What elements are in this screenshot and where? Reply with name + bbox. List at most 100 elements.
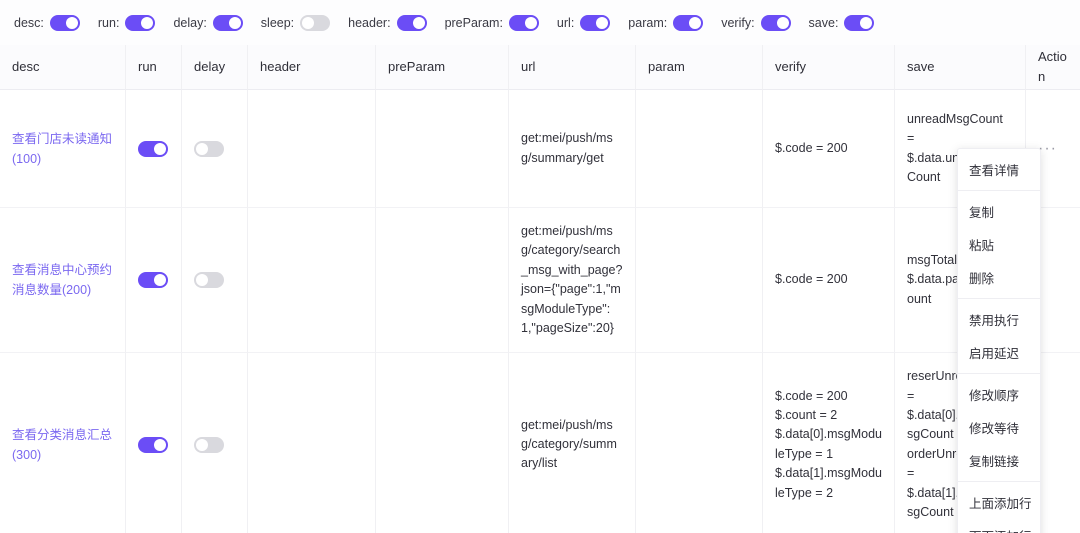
app-root: desc: run: delay: sleep: header: preParam: url… <box>0 0 1080 533</box>
toolbar-toggle-delay[interactable]: delay: <box>173 14 243 31</box>
delay-toggle-switch[interactable] <box>194 436 224 453</box>
toggle-switch[interactable] <box>580 14 611 31</box>
toggle-switch[interactable] <box>300 14 331 31</box>
cell-preparam <box>376 90 509 208</box>
cell-url: get:mei/push/msg/summary/get <box>509 90 636 208</box>
toolbar-toggle-label: delay: <box>173 15 207 30</box>
menu-item[interactable]: 上面添加行 <box>958 486 1040 519</box>
toolbar-toggle-label: desc: <box>14 15 44 30</box>
toolbar-toggle-label: url: <box>556 15 575 30</box>
delay-toggle-switch[interactable] <box>194 272 224 289</box>
cell-header <box>248 90 376 208</box>
toggle-switch[interactable] <box>760 14 791 31</box>
toggle-switch[interactable] <box>49 14 80 31</box>
column-header-verify: verify <box>763 45 895 90</box>
cell-text-verify: $.code = 200 <box>775 272 848 287</box>
toggle-switch[interactable] <box>508 14 539 31</box>
toggle-knob <box>302 16 315 29</box>
run-toggle-switch[interactable] <box>138 436 168 453</box>
toolbar-toggle-label: run: <box>97 15 120 30</box>
row-description-link[interactable]: 查看门店未读通知(100) <box>12 129 113 169</box>
toggle-switch[interactable] <box>125 14 156 31</box>
toggle-switch[interactable] <box>673 14 704 31</box>
toolbar-toggle-label: verify: <box>721 15 755 30</box>
toolbar-toggle-header[interactable]: header: <box>348 14 427 31</box>
row-description-link[interactable]: 查看消息中心预约消息数量(200) <box>12 260 113 300</box>
column-header-desc: desc <box>0 45 126 90</box>
toggle-switch[interactable] <box>844 14 875 31</box>
toolbar-toggle-label: preParam: <box>444 15 503 30</box>
toggle-knob <box>412 16 425 29</box>
table-row[interactable]: 查看门店未读通知(100) get:mei/push/msg/summary/ge… <box>0 90 1080 208</box>
menu-item[interactable]: 粘贴 <box>958 228 1040 261</box>
toolbar-toggle-sleep[interactable]: sleep: <box>260 14 331 31</box>
toolbar-toggle-param[interactable]: param: <box>628 14 704 31</box>
run-toggle-switch[interactable] <box>138 272 168 289</box>
toolbar-toggle-label: save: <box>808 15 839 30</box>
column-header-delay: delay <box>182 45 248 90</box>
cell-verify: $.code = 200 <box>763 90 895 208</box>
toggle-knob <box>154 142 166 155</box>
toggle-knob <box>154 274 166 287</box>
cell-url: get:mei/push/msg/category/summary/list <box>509 353 636 533</box>
menu-item[interactable]: 下面添加行 <box>958 519 1040 533</box>
menu-separator <box>958 190 1040 191</box>
toggle-switch[interactable] <box>396 14 427 31</box>
column-header-save: save <box>895 45 1026 90</box>
menu-item[interactable]: 复制 <box>958 195 1040 228</box>
cell-desc: 查看消息中心预约消息数量(200) <box>0 208 126 354</box>
toggle-knob <box>65 16 78 29</box>
menu-item[interactable]: 修改等待 <box>958 411 1040 444</box>
cell-delay <box>182 90 248 208</box>
menu-separator <box>958 298 1040 299</box>
toolbar-toggle-label: param: <box>628 15 668 30</box>
toolbar-toggle-url[interactable]: url: <box>556 14 611 31</box>
delay-toggle-switch[interactable] <box>194 140 224 157</box>
cell-run <box>126 353 182 533</box>
row-description-link[interactable]: 查看分类消息汇总(300) <box>12 425 113 465</box>
row-context-menu[interactable]: 查看详情复制粘贴删除禁用执行启用延迟修改顺序修改等待复制链接上面添加行下面添加行 <box>957 148 1041 533</box>
toggle-knob <box>689 16 702 29</box>
menu-item[interactable]: 修改顺序 <box>958 378 1040 411</box>
cell-desc: 查看分类消息汇总(300) <box>0 353 126 533</box>
column-header-action: Action <box>1026 45 1080 90</box>
cell-verify: $.code = 200 <box>763 208 895 354</box>
menu-item[interactable]: 复制链接 <box>958 444 1040 477</box>
column-visibility-toolbar: desc: run: delay: sleep: header: preParam: url… <box>0 0 1080 45</box>
cell-url: get:mei/push/msg/category/search_msg_wit… <box>509 208 636 354</box>
cell-run <box>126 90 182 208</box>
toolbar-toggle-save[interactable]: save: <box>808 14 875 31</box>
toggle-knob <box>596 16 609 29</box>
toggle-switch[interactable] <box>212 14 243 31</box>
request-table: desc run delay header preParam url param verify… <box>0 45 1080 533</box>
cell-text-url: get:mei/push/msg/summary/get <box>521 131 613 165</box>
run-toggle-switch[interactable] <box>138 140 168 157</box>
table-row[interactable]: 查看分类消息汇总(300) get:mei/push/msg/category/s… <box>0 353 1080 533</box>
cell-header <box>248 208 376 354</box>
cell-delay <box>182 353 248 533</box>
menu-item[interactable]: 启用延迟 <box>958 336 1040 369</box>
column-header-run: run <box>126 45 182 90</box>
cell-param <box>636 208 763 354</box>
menu-separator <box>958 373 1040 374</box>
toolbar-toggle-label: header: <box>348 15 391 30</box>
toolbar-toggle-desc[interactable]: desc: <box>14 14 80 31</box>
menu-item[interactable]: 删除 <box>958 261 1040 294</box>
menu-item[interactable]: 禁用执行 <box>958 303 1040 336</box>
toggle-knob <box>141 16 154 29</box>
cell-param <box>636 353 763 533</box>
cell-text-url: get:mei/push/msg/category/summary/list <box>521 417 617 471</box>
cell-run <box>126 208 182 354</box>
toolbar-toggle-verify[interactable]: verify: <box>721 14 791 31</box>
cell-text-verify: $.code = 200 $.count = 2 $.data[0].msgMo… <box>775 388 883 500</box>
cell-preparam <box>376 353 509 533</box>
toggle-knob <box>228 16 241 29</box>
menu-item[interactable]: 查看详情 <box>958 153 1040 186</box>
menu-separator <box>958 481 1040 482</box>
toolbar-toggle-label: sleep: <box>260 15 295 30</box>
cell-desc: 查看门店未读通知(100) <box>0 90 126 208</box>
toolbar-toggle-preParam[interactable]: preParam: <box>444 14 539 31</box>
cell-verify: $.code = 200 $.count = 2 $.data[0].msgMo… <box>763 353 895 533</box>
toolbar-toggle-run[interactable]: run: <box>97 14 156 31</box>
table-row[interactable]: 查看消息中心预约消息数量(200) get:mei/push/msg/catego… <box>0 208 1080 354</box>
